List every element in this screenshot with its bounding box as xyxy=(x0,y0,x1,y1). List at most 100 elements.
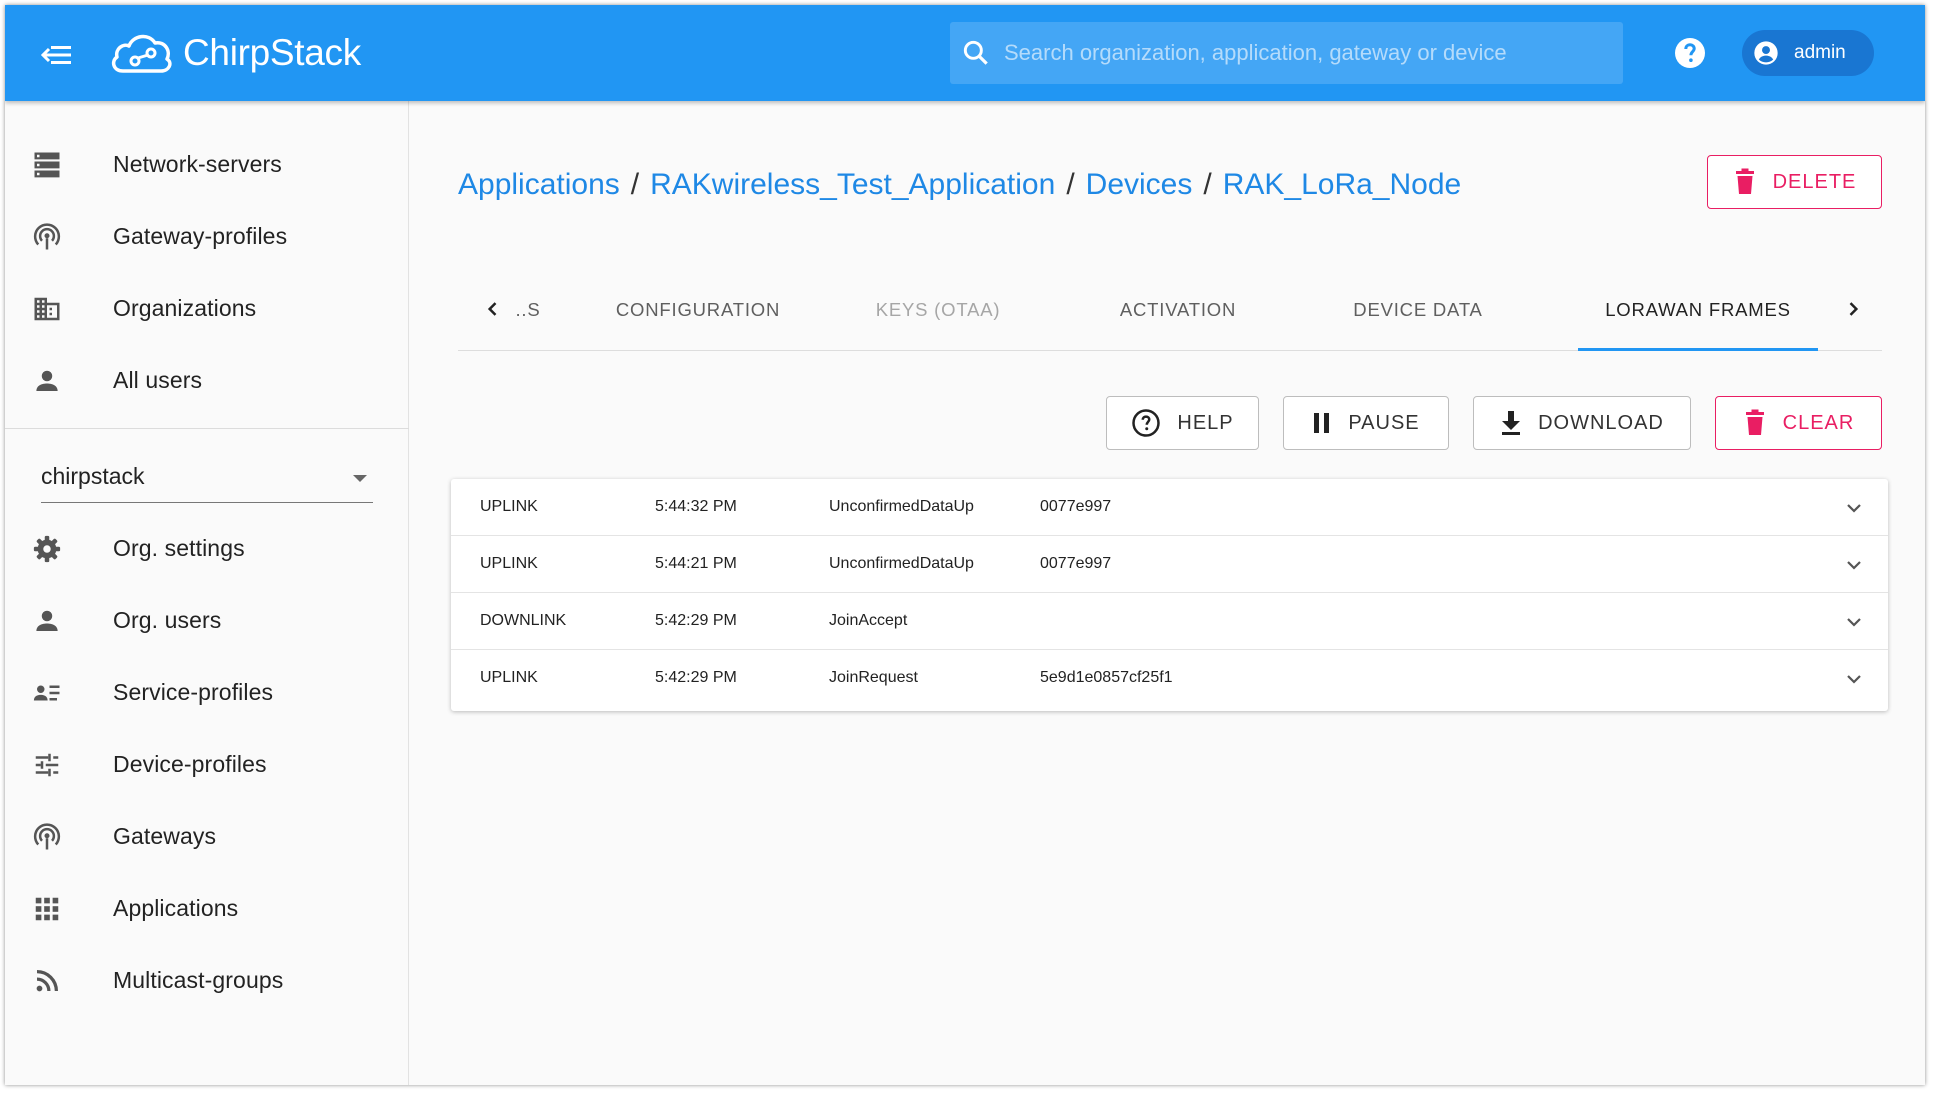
sidebar-item-network-servers[interactable]: Network-servers xyxy=(5,133,409,195)
sidebar-item-org-settings[interactable]: Org. settings xyxy=(5,517,409,579)
sidebar-item-multicast-groups[interactable]: Multicast-groups xyxy=(5,949,409,1011)
sidebar-divider xyxy=(5,428,409,429)
sidebar-item-label: Service-profiles xyxy=(113,678,274,705)
tab-label: LORAWAN FRAMES xyxy=(1605,299,1791,320)
help-frames-button[interactable]: HELP xyxy=(1106,396,1259,450)
sidebar-item-label: Organizations xyxy=(113,294,257,321)
help-button[interactable] xyxy=(1672,35,1708,71)
frame-type: UnconfirmedDataUp xyxy=(829,555,974,572)
person-icon xyxy=(30,364,64,398)
user-menu-button[interactable]: admin xyxy=(1742,30,1874,76)
sidebar: Network-servers Gateway-profiles Organiz… xyxy=(5,101,409,1085)
sidebar-item-label: Multicast-groups xyxy=(113,966,284,993)
menu-collapse-button[interactable] xyxy=(39,37,75,73)
frame-row[interactable]: UPLINK 5:42:29 PM JoinRequest 5e9d1e0857… xyxy=(451,650,1888,707)
sidebar-item-organizations[interactable]: Organizations xyxy=(5,277,409,339)
frame-direction: UPLINK xyxy=(480,555,538,572)
chevron-down-icon[interactable] xyxy=(1842,610,1866,634)
frame-direction: DOWNLINK xyxy=(480,612,567,629)
breadcrumb: Applications / RAKwireless_Test_Applicatio… xyxy=(458,168,1461,202)
sidebar-item-all-users[interactable]: All users xyxy=(5,349,409,411)
delete-button-label: DELETE xyxy=(1772,170,1857,193)
cloud-logo-icon xyxy=(111,34,172,73)
sidebar-item-service-profiles[interactable]: Service-profiles xyxy=(5,661,409,723)
frame-device-address: 0077e997 xyxy=(1040,555,1112,572)
clear-button[interactable]: CLEAR xyxy=(1715,396,1882,450)
building-icon xyxy=(30,292,64,326)
chevron-right-icon xyxy=(1849,302,1859,316)
frame-device-address: 0077e997 xyxy=(1040,498,1112,515)
tab-configuration[interactable]: CONFIGURATION xyxy=(578,269,818,351)
breadcrumb-separator: / xyxy=(1066,168,1075,201)
account-circle-icon xyxy=(1754,41,1778,65)
pause-button-label: PAUSE xyxy=(1348,411,1420,434)
sidebar-item-label: Network-servers xyxy=(113,150,282,177)
top-app-bar: ChirpStack admin xyxy=(5,5,1925,101)
search-input[interactable] xyxy=(1004,40,1604,66)
device-tabs: ..S CONFIGURATION KEYS (OTAA) ACTIVATION… xyxy=(458,269,1882,351)
frame-row[interactable]: UPLINK 5:44:21 PM UnconfirmedDataUp 0077… xyxy=(451,536,1888,593)
search-box[interactable] xyxy=(950,22,1623,84)
sidebar-item-label: Gateways xyxy=(113,822,217,849)
tab-device-data[interactable]: DEVICE DATA xyxy=(1298,269,1538,351)
breadcrumb-separator: / xyxy=(1203,168,1212,201)
lorawan-frames-list: UPLINK 5:44:32 PM UnconfirmedDataUp 0077… xyxy=(451,479,1888,711)
download-button[interactable]: DOWNLOAD xyxy=(1473,396,1691,450)
tab-scroll-left-button[interactable] xyxy=(478,294,508,324)
sidebar-item-gateways[interactable]: Gateways xyxy=(5,805,409,867)
breadcrumb-devices[interactable]: Devices xyxy=(1086,168,1193,201)
tab-label: DEVICE DATA xyxy=(1353,299,1483,320)
sidebar-item-org-users[interactable]: Org. users xyxy=(5,589,409,651)
tab-details[interactable]: ..S xyxy=(508,269,548,351)
tab-scroll-right-button[interactable] xyxy=(1838,294,1868,324)
sidebar-item-device-profiles[interactable]: Device-profiles xyxy=(5,733,409,795)
pause-icon xyxy=(1314,413,1330,433)
delete-button[interactable]: DELETE xyxy=(1707,155,1882,209)
dropdown-arrow-icon xyxy=(353,475,367,482)
breadcrumb-device[interactable]: RAK_LoRa_Node xyxy=(1223,168,1462,201)
frame-type: JoinAccept xyxy=(829,612,908,629)
clear-button-label: CLEAR xyxy=(1782,411,1855,434)
gear-icon xyxy=(30,532,64,566)
breadcrumb-applications[interactable]: Applications xyxy=(458,168,620,201)
sidebar-item-gateway-profiles[interactable]: Gateway-profiles xyxy=(5,205,409,267)
frame-direction: UPLINK xyxy=(480,669,538,686)
chevron-down-icon[interactable] xyxy=(1842,553,1866,577)
tune-icon xyxy=(30,748,64,782)
tab-activation[interactable]: ACTIVATION xyxy=(1058,269,1298,351)
tab-keys-otaa[interactable]: KEYS (OTAA) xyxy=(818,269,1058,351)
sidebar-item-label: Applications xyxy=(113,894,239,921)
breadcrumb-application[interactable]: RAKwireless_Test_Application xyxy=(650,168,1055,201)
help-circle-icon xyxy=(1675,38,1705,68)
help-outline-icon xyxy=(1132,409,1161,437)
frame-type: UnconfirmedDataUp xyxy=(829,498,974,515)
frame-time: 5:42:29 PM xyxy=(655,612,737,629)
sidebar-item-label: Gateway-profiles xyxy=(113,222,288,249)
chevron-down-icon[interactable] xyxy=(1842,667,1866,691)
antenna-icon xyxy=(30,220,64,254)
chirpstack-logo[interactable]: ChirpStack xyxy=(109,23,361,83)
frame-time: 5:44:32 PM xyxy=(655,498,737,515)
search-icon xyxy=(963,40,988,65)
pause-button[interactable]: PAUSE xyxy=(1283,396,1449,450)
sidebar-item-applications[interactable]: Applications xyxy=(5,877,409,939)
tab-label: ACTIVATION xyxy=(1119,299,1237,320)
tab-lorawan-frames[interactable]: LORAWAN FRAMES xyxy=(1578,269,1818,351)
rss-icon xyxy=(30,964,64,998)
frame-dev-eui: 5e9d1e0857cf25f1 xyxy=(1040,669,1173,686)
chevron-left-icon xyxy=(487,302,497,316)
menu-open-icon xyxy=(41,46,71,64)
sidebar-item-label: Device-profiles xyxy=(113,750,267,777)
frame-row[interactable]: UPLINK 5:44:32 PM UnconfirmedDataUp 0077… xyxy=(451,479,1888,536)
chevron-down-icon[interactable] xyxy=(1842,496,1866,520)
frame-type: JoinRequest xyxy=(829,669,918,686)
frame-row[interactable]: DOWNLINK 5:42:29 PM JoinAccept xyxy=(451,593,1888,650)
organization-select[interactable]: chirpstack xyxy=(41,451,373,503)
app-window: ChirpStack admin xyxy=(5,5,1925,1085)
download-button-label: DOWNLOAD xyxy=(1538,411,1664,434)
user-name: admin xyxy=(1794,42,1846,63)
active-tab-indicator xyxy=(1578,348,1818,351)
sidebar-item-label: Org. users xyxy=(113,606,222,633)
download-icon xyxy=(1502,411,1521,435)
antenna-icon xyxy=(30,820,64,854)
